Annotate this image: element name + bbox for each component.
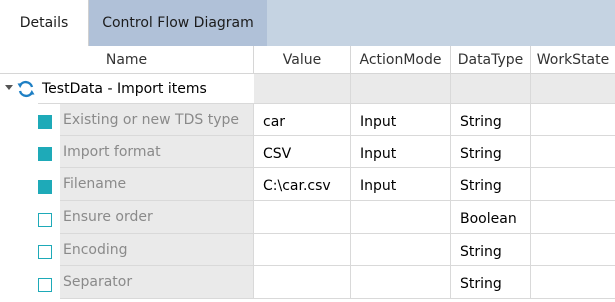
row-checkbox[interactable] — [38, 245, 52, 259]
workstate-cell[interactable] — [531, 266, 615, 299]
tab-bar: Details Control Flow Diagram — [0, 0, 615, 46]
value-cell[interactable] — [254, 234, 351, 266]
property-name: Filename — [60, 168, 254, 201]
table-row[interactable]: Ensure order Boolean — [0, 201, 615, 234]
value-cell[interactable]: car — [254, 104, 351, 136]
table-row[interactable]: Filename C:\car.csv Input String — [0, 168, 615, 201]
property-name: Import format — [60, 136, 254, 168]
datatype-cell[interactable]: String — [451, 104, 531, 136]
row-checkbox[interactable] — [38, 278, 52, 292]
value-cell[interactable] — [254, 201, 351, 234]
value-cell[interactable]: C:\car.csv — [254, 168, 351, 201]
group-workstate-cell — [531, 74, 615, 104]
table-row[interactable]: Separator String — [0, 266, 615, 299]
table-row[interactable]: Existing or new TDS type car Input String — [0, 104, 615, 136]
refresh-icon — [17, 80, 35, 98]
property-name: Ensure order — [60, 201, 254, 234]
actionmode-cell[interactable]: Input — [351, 136, 451, 168]
actionmode-cell[interactable] — [351, 234, 451, 266]
value-cell[interactable]: CSV — [254, 136, 351, 168]
properties-grid: Name Value ActionMode DataType WorkState… — [0, 46, 615, 302]
collapse-arrow-icon[interactable] — [5, 85, 13, 90]
datatype-cell[interactable]: String — [451, 136, 531, 168]
actionmode-cell[interactable]: Input — [351, 104, 451, 136]
datatype-cell[interactable]: String — [451, 234, 531, 266]
datatype-cell[interactable]: Boolean — [451, 201, 531, 234]
group-actionmode-cell — [351, 74, 451, 104]
table-row[interactable]: Import format CSV Input String — [0, 136, 615, 168]
workstate-cell[interactable] — [531, 136, 615, 168]
row-checkbox[interactable] — [38, 213, 52, 227]
datatype-cell[interactable]: String — [451, 266, 531, 299]
actionmode-cell[interactable] — [351, 266, 451, 299]
column-header-name[interactable]: Name — [0, 46, 254, 74]
workstate-cell[interactable] — [531, 201, 615, 234]
workstate-cell[interactable] — [531, 104, 615, 136]
property-name: Encoding — [60, 234, 254, 266]
row-checkbox[interactable] — [38, 147, 52, 161]
tab-control-flow-diagram[interactable]: Control Flow Diagram — [89, 0, 267, 46]
group-row[interactable]: TestData - Import items — [0, 74, 615, 104]
property-name: Existing or new TDS type — [60, 104, 254, 136]
group-datatype-cell — [451, 74, 531, 104]
workstate-cell[interactable] — [531, 168, 615, 201]
property-name: Separator — [60, 266, 254, 299]
group-label: TestData - Import items — [38, 74, 254, 104]
column-header-datatype[interactable]: DataType — [451, 46, 531, 74]
table-row[interactable]: Encoding String — [0, 234, 615, 266]
datatype-cell[interactable]: String — [451, 168, 531, 201]
workstate-cell[interactable] — [531, 234, 615, 266]
actionmode-cell[interactable] — [351, 201, 451, 234]
row-checkbox[interactable] — [38, 180, 52, 194]
group-value-cell — [254, 74, 351, 104]
value-cell[interactable] — [254, 266, 351, 299]
tab-details[interactable]: Details — [0, 0, 89, 46]
column-header-workstate[interactable]: WorkState — [531, 46, 615, 74]
column-header-actionmode[interactable]: ActionMode — [351, 46, 451, 74]
column-header-value[interactable]: Value — [254, 46, 351, 74]
row-checkbox[interactable] — [38, 115, 52, 129]
actionmode-cell[interactable]: Input — [351, 168, 451, 201]
